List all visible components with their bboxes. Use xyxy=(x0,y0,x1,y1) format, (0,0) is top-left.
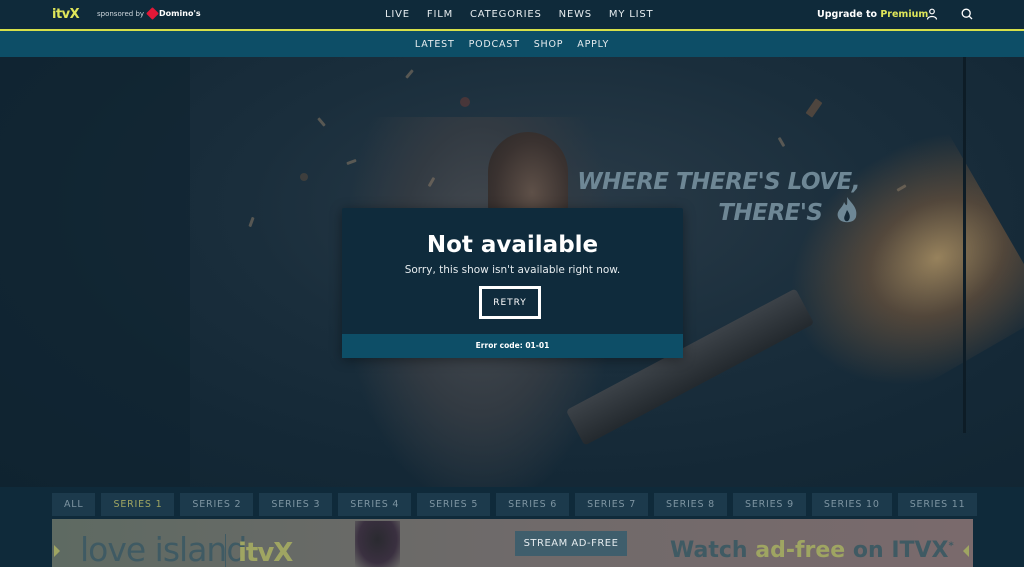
spark-decoration xyxy=(460,97,470,107)
main-nav: LIVE FILM CATEGORIES NEWS MY LIST xyxy=(385,0,670,29)
ad-right-arrow-icon xyxy=(963,545,969,557)
subnav-podcast[interactable]: PODCAST xyxy=(469,39,520,50)
ad-divider xyxy=(225,534,226,567)
tagline-line-1: WHERE THERE'S LOVE, xyxy=(577,169,860,195)
dialog-message: Sorry, this show isn't available right n… xyxy=(404,264,621,276)
subnav-shop[interactable]: SHOP xyxy=(534,39,564,50)
flame-glow xyxy=(728,112,1024,432)
dominos-icon xyxy=(146,7,159,20)
ad-watch-mark: * xyxy=(948,540,954,552)
tab-all[interactable]: ALL xyxy=(52,493,96,516)
series-tabs: ALL SERIES 1 SERIES 2 SERIES 3 SERIES 4 … xyxy=(52,493,978,516)
tab-series-10[interactable]: SERIES 10 xyxy=(811,493,892,516)
top-navigation-bar: itvX sponsored by Domino's LIVE FILM CAT… xyxy=(0,0,1024,31)
subnav-latest[interactable]: LATEST xyxy=(415,39,455,50)
upgrade-link[interactable]: Upgrade to Premium xyxy=(817,9,928,20)
nav-film[interactable]: FILM xyxy=(427,9,453,20)
spark-decoration xyxy=(300,173,308,181)
retry-button[interactable]: RETRY xyxy=(478,285,542,320)
nav-categories[interactable]: CATEGORIES xyxy=(470,9,542,20)
tab-series-6[interactable]: SERIES 6 xyxy=(496,493,570,516)
tab-series-4[interactable]: SERIES 4 xyxy=(338,493,412,516)
ad-watch-text: Watch ad-free on ITVX* xyxy=(670,538,954,563)
spark-decoration xyxy=(805,98,823,118)
tab-series-8[interactable]: SERIES 8 xyxy=(654,493,727,516)
tab-series-7[interactable]: SERIES 7 xyxy=(575,493,649,516)
not-available-dialog: Not available Sorry, this show isn't ava… xyxy=(342,208,683,358)
spark-decoration xyxy=(248,216,255,228)
tagline-line-2-text: THERE'S xyxy=(718,200,823,226)
flame-icon xyxy=(837,197,857,223)
ad-watch-highlight: ad-free xyxy=(755,538,846,563)
ad-watch-suffix: on ITVX xyxy=(845,538,949,563)
nav-live[interactable]: LIVE xyxy=(385,9,410,20)
ad-banner[interactable]: love island itvX STREAM AD-FREE Watch ad… xyxy=(52,519,973,567)
dialog-title: Not available xyxy=(426,232,599,258)
hero-scroll-edge xyxy=(963,57,966,433)
upgrade-prefix: Upgrade to xyxy=(817,9,881,20)
tab-series-1[interactable]: SERIES 1 xyxy=(101,493,175,516)
user-icon[interactable] xyxy=(926,8,938,20)
dominos-logo: Domino's xyxy=(146,7,201,20)
sponsor-credit: sponsored by Domino's xyxy=(97,7,201,20)
subnav-apply[interactable]: APPLY xyxy=(577,39,609,50)
tab-series-3[interactable]: SERIES 3 xyxy=(259,493,333,516)
tab-series-9[interactable]: SERIES 9 xyxy=(732,493,806,516)
tab-series-11[interactable]: SERIES 11 xyxy=(897,493,978,516)
stream-ad-free-button[interactable]: STREAM AD-FREE xyxy=(515,531,627,556)
nav-my-list[interactable]: MY LIST xyxy=(609,9,654,20)
ad-watch-prefix: Watch xyxy=(670,538,756,563)
ad-person-image xyxy=(355,521,400,567)
tab-series-5[interactable]: SERIES 5 xyxy=(417,493,491,516)
tab-series-2[interactable]: SERIES 2 xyxy=(180,493,254,516)
hero-left-shade xyxy=(0,57,190,487)
upgrade-premium: Premium xyxy=(880,9,929,20)
itvx-logo[interactable]: itvX xyxy=(52,7,80,22)
ad-left-arrow-icon xyxy=(54,545,60,557)
ad-itvx-logo: itvX xyxy=(238,538,293,567)
spark-decoration xyxy=(405,69,414,79)
sub-navigation-bar: LATEST PODCAST SHOP APPLY xyxy=(0,31,1024,57)
spark-decoration xyxy=(317,117,326,127)
sponsor-text: sponsored by xyxy=(97,9,145,18)
dominos-brand: Domino's xyxy=(159,9,201,18)
error-code: Error code: 01-01 xyxy=(342,334,683,358)
love-island-logo: love island xyxy=(80,530,247,567)
search-icon[interactable] xyxy=(961,8,973,20)
spark-decoration xyxy=(777,136,786,148)
nav-news[interactable]: NEWS xyxy=(559,9,592,20)
